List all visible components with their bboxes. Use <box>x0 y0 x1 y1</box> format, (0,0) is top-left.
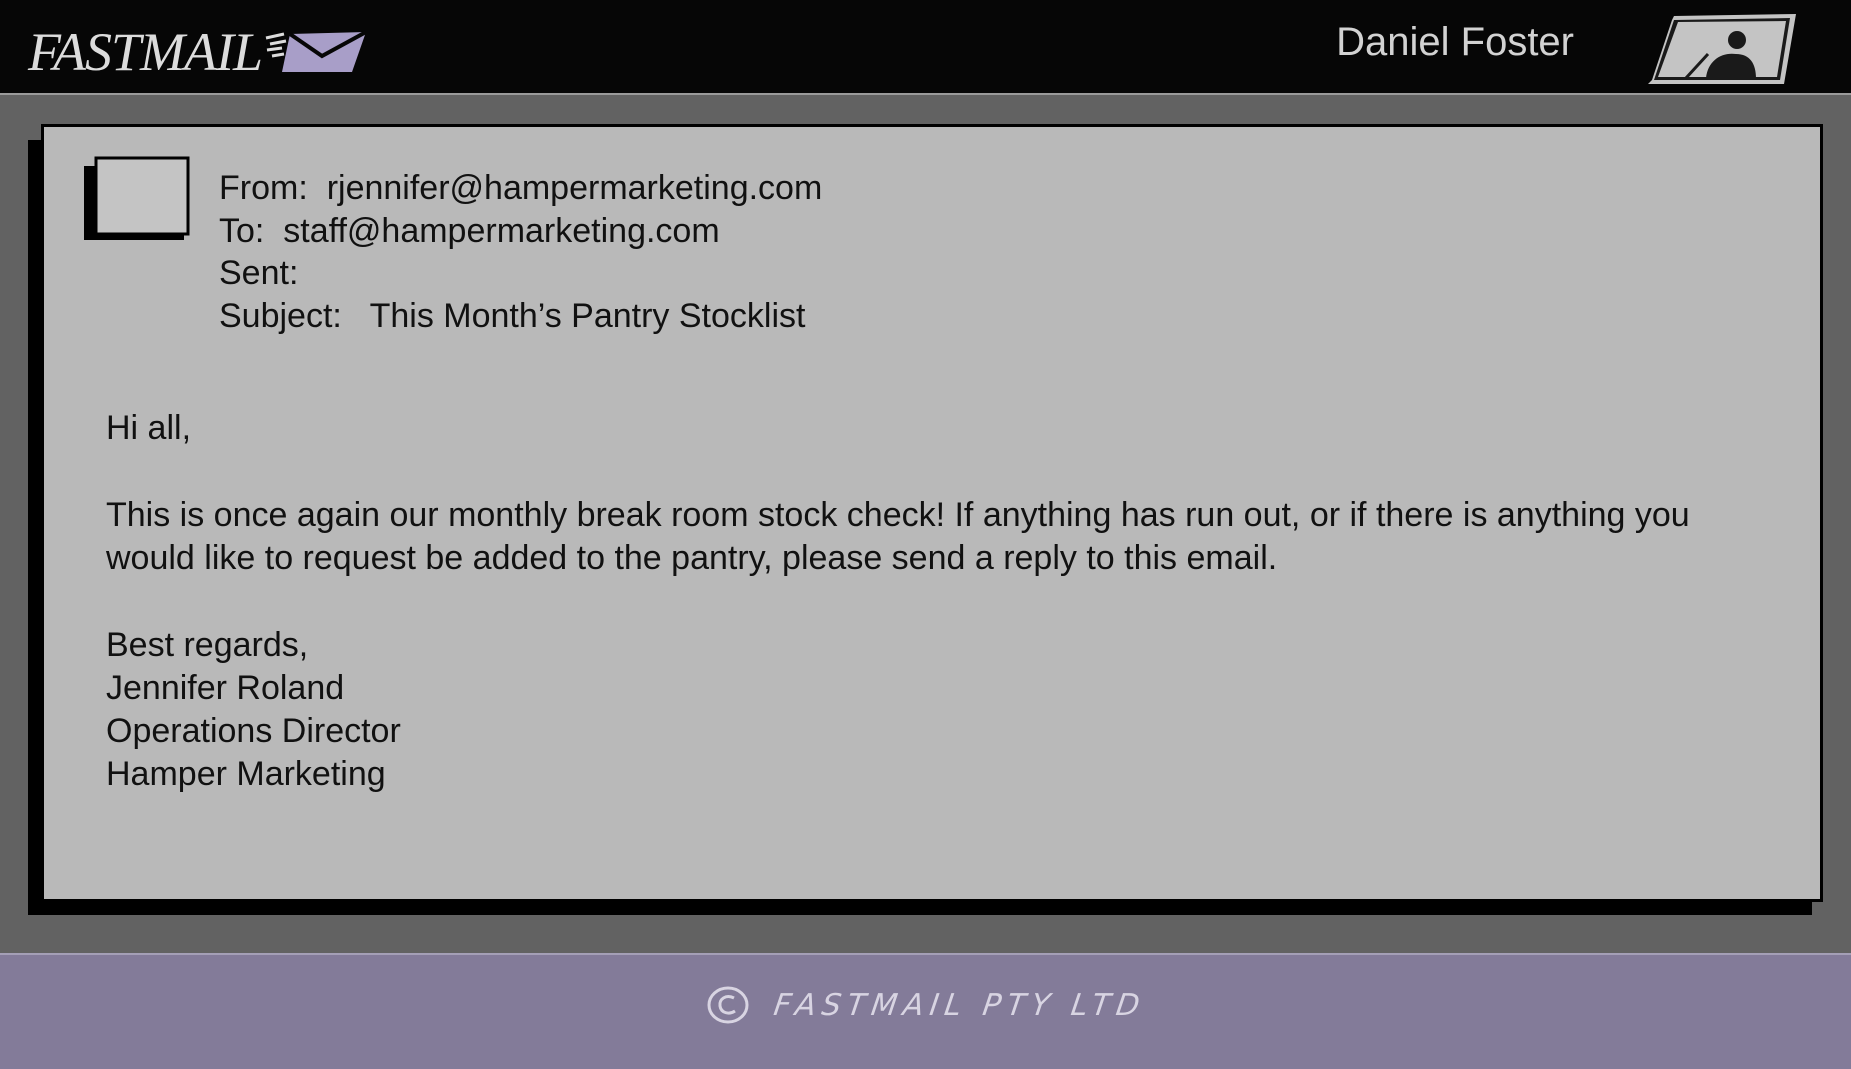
sent-label: Sent: <box>219 254 299 292</box>
envelope-icon <box>265 30 367 72</box>
email-body: Hi all, This is once again our monthly b… <box>106 407 1766 796</box>
footer: FASTMAIL PTY LTD <box>0 953 1851 1069</box>
sender-avatar-icon <box>84 156 190 240</box>
from-row: From: rjennifer@hampermarketing.com <box>219 167 822 210</box>
email-header: From: rjennifer@hampermarketing.com To: … <box>219 167 822 337</box>
copyright-text: FASTMAIL PTY LTD <box>771 987 1148 1023</box>
sent-row: Sent: <box>219 252 822 295</box>
email-panel: From: rjennifer@hampermarketing.com To: … <box>41 124 1823 902</box>
to-row: To: staff@hampermarketing.com <box>219 210 822 253</box>
signature-title: Operations Director <box>106 712 401 750</box>
top-bar: FASTMAIL Daniel Foster <box>0 0 1851 95</box>
signature-company: Hamper Marketing <box>106 755 386 793</box>
user-name[interactable]: Daniel Foster <box>1336 22 1574 62</box>
to-label: To: <box>219 211 265 250</box>
logo-text: FASTMAIL <box>28 22 263 82</box>
email-greeting: Hi all, <box>106 409 192 447</box>
user-avatar-icon[interactable] <box>1644 12 1799 86</box>
subject-value: This Month’s Pantry Stocklist <box>369 296 806 335</box>
subject-row: Subject: This Month’s Pantry Stocklist <box>219 295 822 338</box>
email-paragraph: This is once again our monthly break roo… <box>106 496 1690 577</box>
from-label: From: <box>219 169 308 207</box>
signature-name: Jennifer Roland <box>106 669 345 707</box>
app-logo[interactable]: FASTMAIL <box>28 22 368 82</box>
copyright: FASTMAIL PTY LTD <box>706 985 1148 1025</box>
copyright-icon <box>707 986 749 1024</box>
email-signature: Best regards, Jennifer Roland Operations… <box>106 624 1766 796</box>
to-value[interactable]: staff@hampermarketing.com <box>283 212 719 250</box>
signoff-line: Best regards, <box>106 626 309 664</box>
subject-label: Subject: <box>219 296 342 335</box>
from-value[interactable]: rjennifer@hampermarketing.com <box>327 169 823 207</box>
